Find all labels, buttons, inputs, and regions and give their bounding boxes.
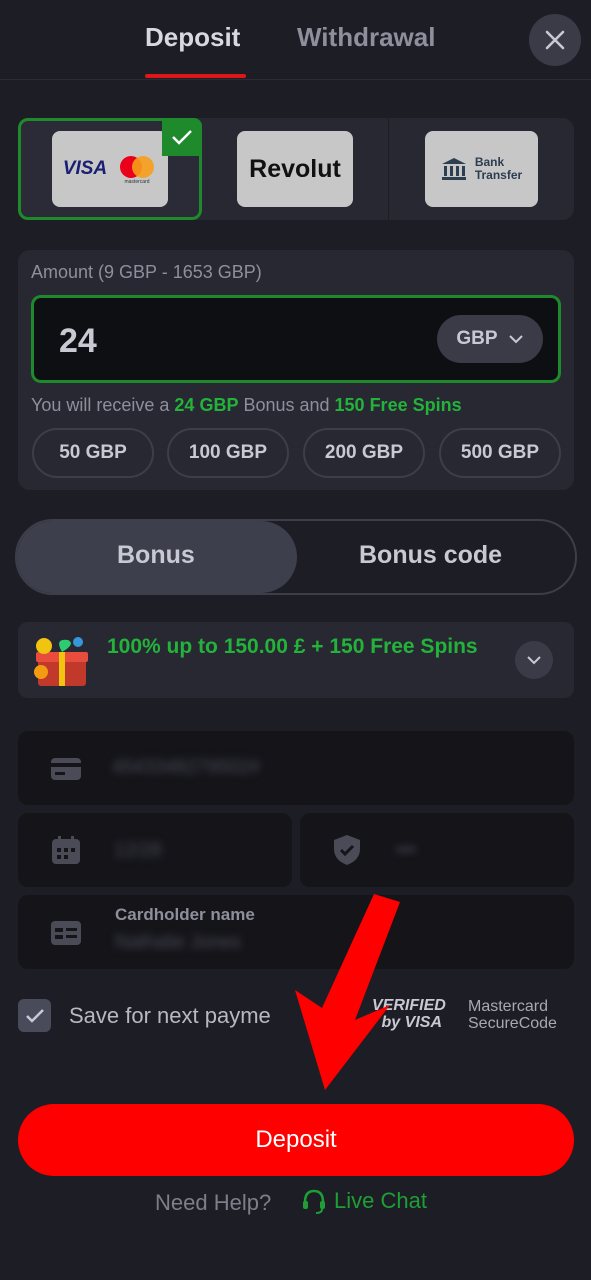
method-revolut[interactable]: Revolut bbox=[202, 118, 388, 220]
cardholder-label: Cardholder name bbox=[115, 905, 255, 924]
bank-icon bbox=[441, 158, 466, 180]
id-card-icon bbox=[51, 921, 81, 945]
currency-select[interactable]: GBP bbox=[437, 315, 543, 363]
method-bank-transfer[interactable]: Bank Transfer bbox=[388, 118, 574, 220]
tab-deposit[interactable]: Deposit bbox=[145, 22, 240, 53]
deposit-button[interactable]: Deposit bbox=[18, 1104, 574, 1176]
preset-amount-button[interactable]: 200 GBP bbox=[303, 428, 425, 478]
chevron-down-icon bbox=[508, 335, 523, 344]
gift-icon bbox=[34, 637, 88, 686]
method-visa-mastercard[interactable]: VISA mastercard bbox=[18, 118, 202, 220]
live-chat-label[interactable]: Live Chat bbox=[334, 1188, 427, 1214]
bank-transfer-logo: Bank Transfer bbox=[425, 131, 538, 207]
msc-line1: Mastercard bbox=[468, 998, 549, 1015]
cvv-field[interactable]: ••• bbox=[300, 813, 574, 887]
toggle-bonus-code[interactable]: Bonus code bbox=[359, 541, 502, 570]
amount-input[interactable]: 24 GBP bbox=[31, 295, 561, 383]
amount-panel: Amount (9 GBP - 1653 GBP) 24 GBP You wil… bbox=[18, 250, 574, 490]
check-icon bbox=[25, 1008, 44, 1023]
receive-spins: 150 Free Spins bbox=[334, 395, 462, 415]
tab-withdrawal[interactable]: Withdrawal bbox=[297, 22, 435, 53]
calendar-icon bbox=[52, 836, 80, 864]
offer-expand-button[interactable] bbox=[515, 641, 553, 679]
amount-value[interactable]: 24 bbox=[59, 322, 97, 361]
red-arrow-annotation bbox=[295, 894, 400, 1090]
live-chat-link[interactable]: Live Chat bbox=[302, 1188, 427, 1214]
mastercard-securecode-badge: Mastercard SecureCode bbox=[468, 998, 557, 1032]
visa-label: VISA bbox=[62, 158, 108, 179]
shield-check-icon bbox=[334, 835, 360, 865]
toggle-bonus-label[interactable]: Bonus bbox=[117, 541, 195, 570]
offer-text: 100% up to 150.00 £ + 150 Free Spins bbox=[107, 635, 478, 658]
close-icon bbox=[545, 30, 565, 50]
bonus-toggle: Bonus Bonus code bbox=[15, 519, 577, 595]
msc-line2: SecureCode bbox=[468, 1015, 557, 1032]
receive-prefix: You will receive a bbox=[31, 395, 175, 415]
bank-label-line2: Transfer bbox=[474, 168, 523, 182]
preset-amount-button[interactable]: 100 GBP bbox=[167, 428, 289, 478]
chevron-down-icon bbox=[527, 656, 541, 665]
mastercard-label: mastercard bbox=[125, 179, 150, 184]
close-button[interactable] bbox=[529, 14, 581, 66]
cardholder-value[interactable]: Nathalie Jones bbox=[115, 932, 241, 954]
check-icon bbox=[172, 130, 192, 145]
preset-amount-button[interactable]: 500 GBP bbox=[439, 428, 561, 478]
selected-check-badge bbox=[162, 118, 202, 156]
card-number-value[interactable]: 4543348279502# bbox=[112, 757, 260, 779]
receive-info: You will receive a 24 GBP Bonus and 150 … bbox=[31, 395, 462, 416]
headset-icon bbox=[303, 1189, 325, 1214]
card-number-field[interactable]: 4543348279502# bbox=[18, 731, 574, 805]
visa-mastercard-logo: VISA mastercard bbox=[52, 131, 168, 207]
expiry-value[interactable]: 12/28 bbox=[114, 840, 162, 862]
save-label[interactable]: Save for next payme bbox=[69, 1003, 271, 1029]
cvv-value[interactable]: ••• bbox=[396, 840, 416, 862]
header: Deposit Withdrawal bbox=[0, 0, 591, 80]
active-tab-indicator bbox=[145, 74, 246, 78]
credit-card-icon bbox=[51, 758, 81, 780]
bonus-offer[interactable]: 100% up to 150.00 £ + 150 Free Spins bbox=[18, 622, 574, 698]
mastercard-icon: mastercard bbox=[120, 156, 155, 184]
currency-label: GBP bbox=[456, 328, 498, 349]
preset-amount-button[interactable]: 50 GBP bbox=[32, 428, 154, 478]
expiry-field[interactable]: 12/28 bbox=[18, 813, 292, 887]
receive-bonus: 24 GBP bbox=[174, 395, 239, 415]
save-checkbox[interactable] bbox=[18, 999, 51, 1032]
revolut-label: Revolut bbox=[249, 154, 341, 183]
need-help-text: Need Help? bbox=[155, 1190, 272, 1215]
revolut-logo: Revolut bbox=[237, 131, 353, 207]
amount-label: Amount (9 GBP - 1653 GBP) bbox=[31, 262, 262, 282]
payment-methods: VISA mastercard Revolut Bank Transfer bbox=[18, 118, 574, 220]
receive-middle: Bonus and bbox=[238, 395, 335, 415]
